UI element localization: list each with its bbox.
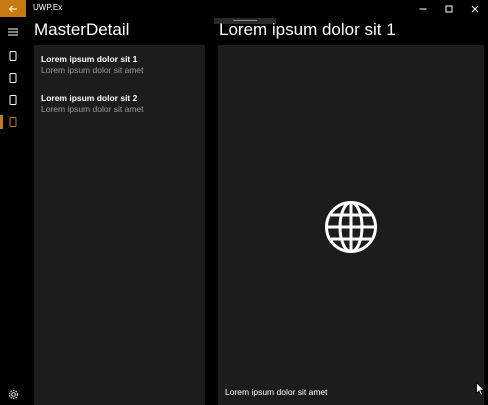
title-bar: UWP.Ex — [0, 0, 488, 17]
minimize-icon — [419, 8, 427, 9]
hamburger-icon — [8, 28, 18, 36]
back-arrow-icon — [8, 5, 17, 12]
globe-icon — [325, 201, 377, 253]
settings-button[interactable] — [0, 384, 26, 404]
page-icon — [9, 95, 17, 105]
nav-item-2[interactable] — [0, 68, 26, 88]
mouse-pointer-icon — [476, 382, 485, 396]
nav-item-3[interactable] — [0, 90, 26, 110]
page-icon — [9, 51, 17, 61]
list-item-subtitle: Lorem ipsum dolor sit amet — [41, 104, 144, 114]
selection-indicator — [0, 115, 3, 129]
list-item[interactable]: Lorem ipsum dolor sit 2 Lorem ipsum dolo… — [41, 93, 201, 115]
list-item-subtitle: Lorem ipsum dolor sit amet — [41, 65, 144, 75]
nav-item-4[interactable] — [0, 112, 26, 132]
maximize-icon — [445, 5, 453, 12]
maximize-button[interactable] — [436, 0, 462, 17]
back-button[interactable] — [0, 0, 26, 17]
detail-caption: Lorem ipsum dolor sit amet — [225, 387, 328, 397]
close-button[interactable] — [462, 0, 488, 17]
gear-icon — [8, 389, 18, 399]
detail-pane: Lorem ipsum dolor sit amet — [218, 45, 484, 405]
list-item-title: Lorem ipsum dolor sit 1 — [41, 54, 138, 64]
master-title: MasterDetail — [34, 20, 130, 39]
detail-title: Lorem ipsum dolor sit 1 — [219, 20, 396, 39]
list-item-title: Lorem ipsum dolor sit 2 — [41, 93, 138, 103]
hamburger-menu-button[interactable] — [0, 22, 26, 42]
close-icon — [471, 5, 479, 12]
app-title: UWP.Ex — [33, 3, 63, 12]
page-icon — [9, 73, 17, 83]
minimize-button[interactable] — [410, 0, 436, 17]
list-item[interactable]: Lorem ipsum dolor sit 1 Lorem ipsum dolo… — [41, 54, 201, 76]
nav-item-1[interactable] — [0, 46, 26, 66]
navigation-rail — [0, 17, 26, 405]
master-list: Lorem ipsum dolor sit 1 Lorem ipsum dolo… — [34, 45, 205, 405]
page-icon — [9, 117, 17, 127]
